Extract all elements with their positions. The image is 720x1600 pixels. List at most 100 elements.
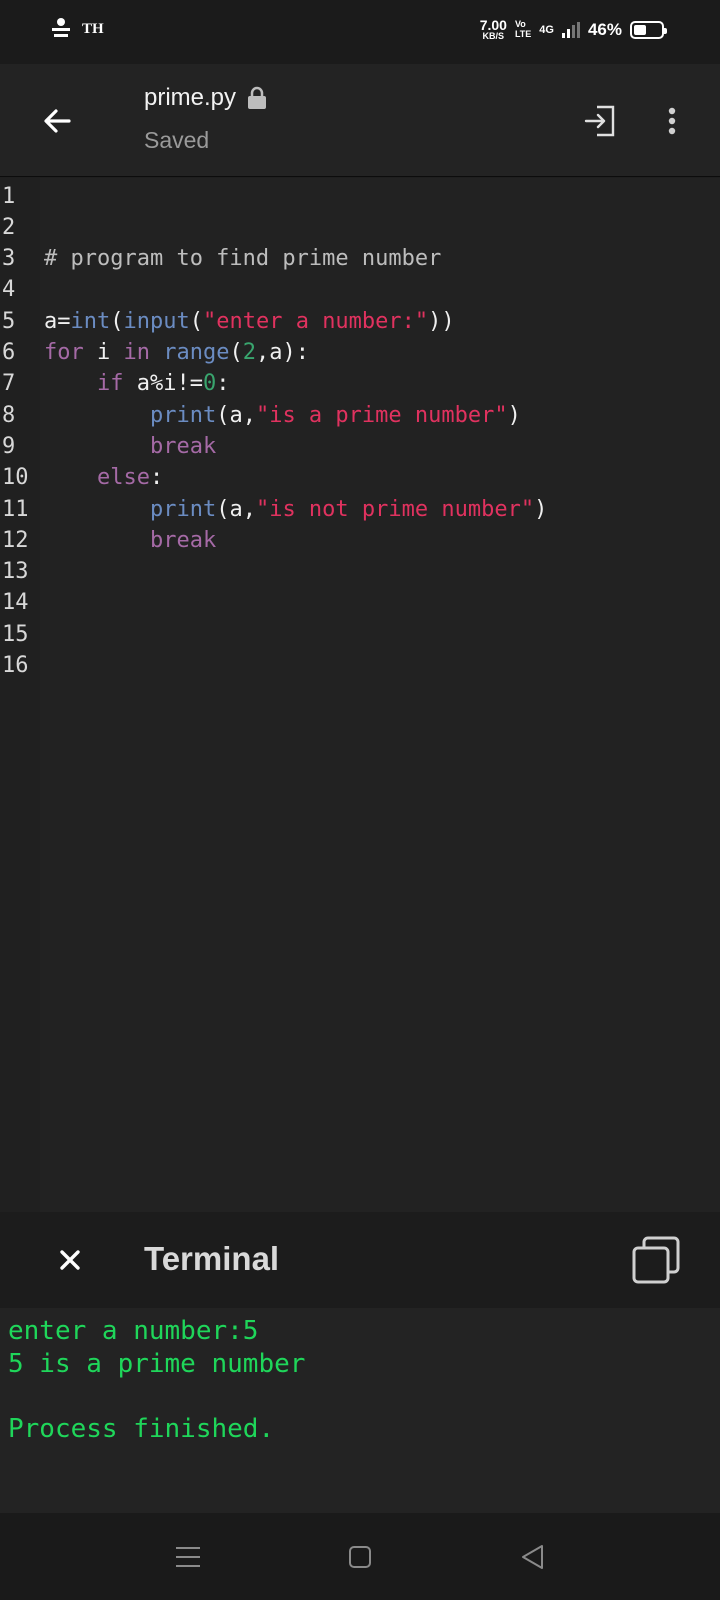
menu-icon: [176, 1547, 200, 1567]
line-number: 11: [2, 496, 29, 522]
code-token: a%i!=: [123, 371, 203, 397]
line-number: 2: [2, 214, 16, 240]
run-button[interactable]: [578, 99, 622, 143]
volte-indicator: Vo LTE: [514, 19, 532, 39]
speed-unit: KB/S: [482, 31, 505, 41]
home-button[interactable]: [344, 1541, 376, 1573]
more-options-button[interactable]: [656, 99, 688, 143]
app-bar: prime.py Saved: [0, 64, 720, 177]
code-token: "is not prime number": [255, 496, 535, 522]
battery-icon: [630, 20, 667, 39]
code-token: "enter a number:": [202, 308, 429, 334]
code-token: )): [428, 308, 455, 334]
file-title: prime.py: [144, 84, 268, 112]
back-button[interactable]: [30, 94, 84, 148]
back-arrow-icon: [44, 109, 71, 133]
code-token: in: [123, 340, 151, 365]
line-number: 5: [2, 308, 16, 334]
network-type: 4G: [539, 23, 554, 36]
terminal-line: enter a number:5: [8, 1316, 259, 1346]
code-text: break: [44, 434, 216, 459]
file-name: prime.py: [144, 84, 237, 111]
line-number: 9: [2, 433, 16, 459]
line-number: 10: [2, 465, 29, 491]
terminal-close-button[interactable]: [46, 1236, 94, 1284]
code-text: if a%i!=0:: [44, 371, 229, 396]
code-text: a=int(input("enter a number:")): [44, 309, 455, 334]
code-token: ): [507, 402, 521, 428]
line-number: 15: [2, 621, 29, 647]
terminal-header: Terminal: [0, 1212, 720, 1308]
terminal-output[interactable]: enter a number:5 5 is a prime number Pro…: [0, 1308, 720, 1513]
more-vertical-icon: [668, 107, 676, 135]
signal-icon: [561, 21, 580, 38]
lock-icon: [248, 86, 267, 109]
code-token: int: [70, 308, 111, 334]
status-left: TH: [50, 18, 104, 40]
code-token: (: [189, 308, 203, 334]
status-right: 7.00 KB/S Vo LTE 4G 46%: [480, 18, 667, 41]
copy-icon: [632, 1236, 680, 1284]
back-icon: [522, 1545, 543, 1569]
speed-value: 7.00: [479, 17, 507, 33]
line-number: 16: [2, 653, 29, 678]
carrier-text: TH: [82, 20, 104, 37]
code-token: ): [534, 496, 548, 522]
code-token: (: [229, 340, 243, 365]
volte-bottom: LTE: [514, 28, 532, 39]
line-number: 8: [2, 402, 16, 428]
status-bar: TH 7.00 KB/S Vo LTE 4G 46%: [0, 0, 720, 64]
system-nav-bar: [0, 1513, 720, 1600]
code-token: (a,: [216, 496, 256, 522]
news-app-icon: [50, 18, 72, 40]
code-token: a=: [44, 308, 71, 334]
code-token: :: [149, 465, 164, 491]
code-token: :: [216, 371, 230, 397]
code-text: break: [44, 528, 216, 553]
code-token: ,a):: [255, 340, 309, 365]
home-icon: [349, 1546, 371, 1568]
code-token: print: [149, 402, 217, 428]
code-token: print: [149, 496, 217, 522]
code-text: print(a,"is not prime number"): [44, 497, 547, 522]
code-token: break: [149, 527, 217, 553]
code-editor[interactable]: 1 2 3 # program to find prime number 4 5 a=int…: [0, 178, 720, 1212]
code-text: else:: [44, 465, 163, 490]
line-number: 3: [2, 246, 16, 272]
terminal-title: Terminal: [144, 1240, 280, 1277]
code-token: else: [96, 465, 150, 491]
code-token: "is a prime number": [255, 402, 508, 428]
code-token: input: [123, 308, 190, 334]
line-number: 7: [2, 371, 16, 397]
code-token: if: [96, 371, 124, 397]
terminal-copy-button[interactable]: [630, 1234, 682, 1286]
code-text: # program to find prime number: [44, 246, 441, 271]
line-number: 14: [2, 590, 29, 616]
terminal-line: 5 is a prime number: [8, 1349, 306, 1379]
battery-percent: 46%: [587, 19, 622, 39]
code-text: print(a,"is a prime number"): [44, 403, 521, 428]
code-token: i: [83, 340, 124, 365]
run-icon: [584, 105, 615, 137]
code-token: (: [110, 308, 124, 334]
network-speed: 7.00 KB/S: [480, 18, 507, 41]
back-nav-button[interactable]: [516, 1541, 548, 1573]
close-icon: [60, 1250, 80, 1270]
code-text: for i in range(2,a):: [44, 340, 309, 365]
terminal-line: Process finished.: [8, 1414, 275, 1444]
line-number: 1: [2, 183, 16, 209]
recents-button[interactable]: [172, 1541, 204, 1573]
line-number: 4: [2, 277, 16, 303]
code-token: for: [44, 340, 84, 365]
code-token: (a,: [216, 402, 256, 428]
code-token: range: [163, 340, 230, 365]
code-token: 2: [242, 340, 256, 365]
line-number: 13: [2, 559, 29, 585]
code-token: # program to find prime number: [44, 246, 442, 272]
